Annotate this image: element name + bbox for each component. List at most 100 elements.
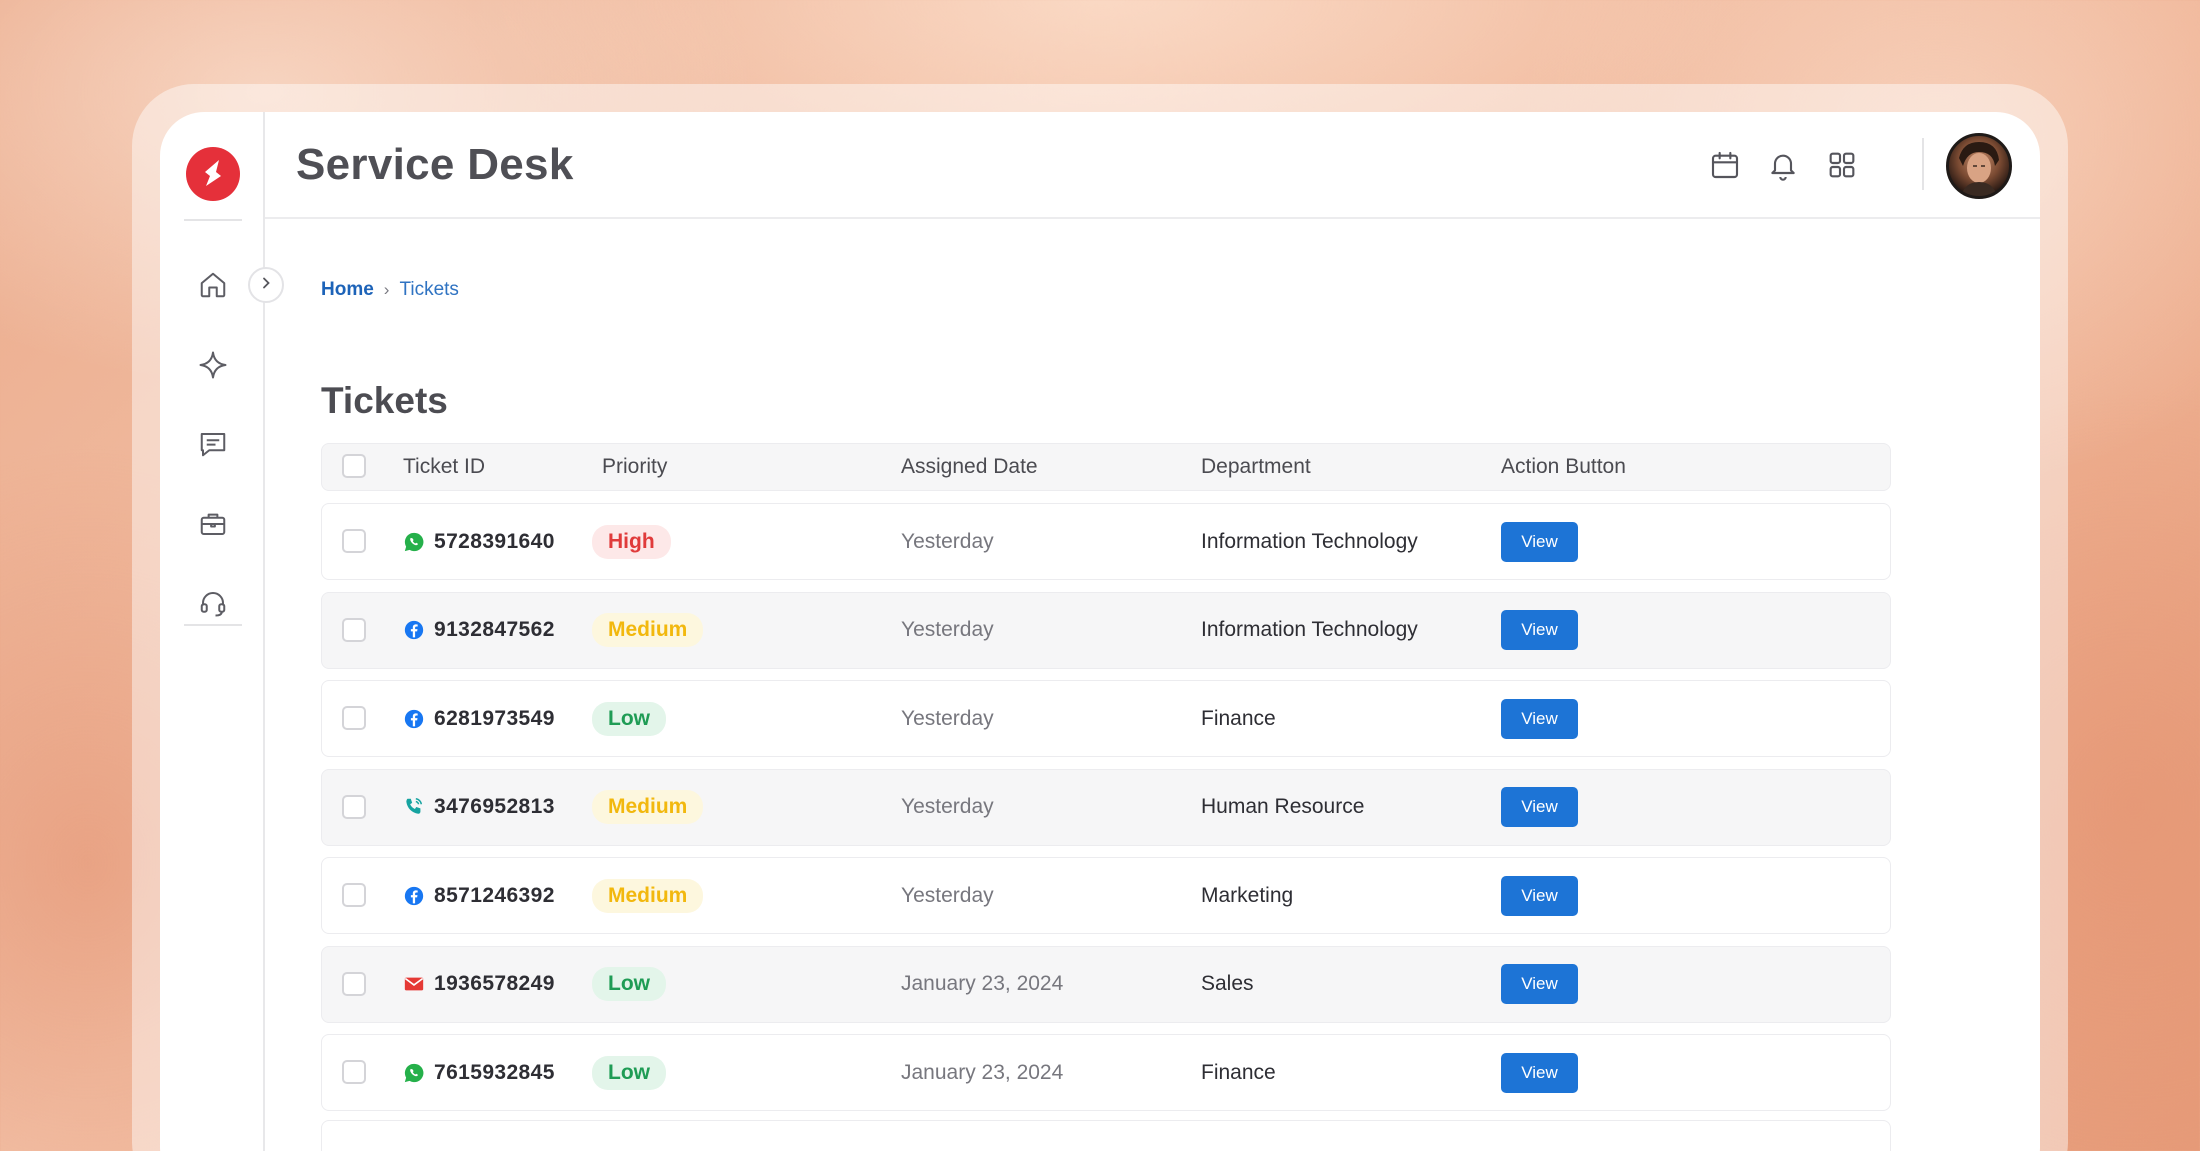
table-row: 9132847562 Medium Yesterday Information … — [321, 591, 1891, 669]
row-checkbox[interactable] — [342, 794, 366, 819]
page-title: Tickets — [321, 380, 448, 421]
column-header-ticket-id[interactable]: Ticket ID — [403, 455, 485, 479]
assigned-date: January 23, 2024 — [901, 1060, 1064, 1084]
view-button[interactable]: View — [1501, 521, 1578, 562]
priority-cell: Medium — [592, 593, 704, 668]
headset-icon[interactable] — [194, 584, 232, 622]
priority-cell: Medium — [592, 858, 704, 933]
table-row: 6281973549 Low Yesterday Finance View — [321, 680, 1891, 757]
table-row: 7615932845 Low January 23, 2024 Finance … — [321, 1034, 1891, 1111]
home-icon[interactable] — [194, 266, 232, 304]
whatsapp-icon — [403, 531, 425, 553]
assigned-date: Yesterday — [901, 795, 994, 818]
table-row-partial — [321, 1120, 1891, 1151]
view-button[interactable]: View — [1501, 964, 1578, 1004]
ticket-id-cell: 1936578249 — [403, 947, 555, 1022]
ticket-id: 1936578249 — [434, 972, 555, 995]
ticket-id: 3476952813 — [434, 795, 555, 818]
header-divider — [1922, 138, 1924, 190]
view-button[interactable]: View — [1501, 610, 1578, 650]
row-checkbox[interactable] — [342, 1060, 366, 1084]
action-cell: View — [1501, 858, 1578, 933]
assigned-date: Yesterday — [901, 883, 994, 907]
row-checkbox[interactable] — [342, 971, 366, 996]
ticket-id-cell: 3476952813 — [403, 770, 555, 845]
view-button[interactable]: View — [1501, 787, 1578, 827]
priority-badge: Medium — [592, 613, 704, 647]
department: Sales — [1201, 972, 1254, 995]
select-all-checkbox[interactable] — [342, 454, 366, 478]
department: Information Technology — [1201, 618, 1418, 641]
ticket-id-cell: 5728391640 — [403, 504, 555, 579]
department: Finance — [1201, 1060, 1276, 1084]
ticket-id: 9132847562 — [434, 618, 555, 641]
assigned-date: Yesterday — [901, 706, 994, 730]
action-cell: View — [1501, 770, 1578, 845]
action-cell: View — [1501, 1035, 1578, 1110]
chevron-right-icon — [259, 276, 273, 295]
facebook-icon — [403, 708, 425, 730]
row-checkbox[interactable] — [342, 529, 366, 553]
department: Finance — [1201, 706, 1276, 730]
briefcase-icon[interactable] — [194, 505, 232, 543]
table-row: 5728391640 High Yesterday Information Te… — [321, 503, 1891, 580]
table-row: 3476952813 Medium Yesterday Human Resour… — [321, 768, 1891, 846]
view-button[interactable]: View — [1501, 875, 1578, 916]
email-icon — [403, 973, 425, 995]
bell-icon[interactable] — [1763, 145, 1803, 185]
priority-badge: Low — [592, 701, 666, 736]
assigned-date: January 23, 2024 — [901, 972, 1064, 995]
brand-logo[interactable] — [186, 147, 240, 201]
view-button[interactable]: View — [1501, 698, 1578, 739]
ticket-id-cell: 9132847562 — [403, 593, 555, 668]
ticket-id-cell: 6281973549 — [403, 681, 555, 756]
priority-cell: High — [592, 504, 671, 579]
department: Marketing — [1201, 883, 1294, 907]
app-title: Service Desk — [296, 140, 574, 189]
table-header: Ticket ID Priority Assigned Date Departm… — [321, 443, 1891, 491]
action-cell: View — [1501, 593, 1578, 668]
chat-icon[interactable] — [194, 425, 232, 463]
facebook-icon — [403, 885, 425, 907]
breadcrumb: Home › Tickets — [321, 279, 459, 301]
facebook-icon — [403, 619, 425, 641]
sidebar — [160, 112, 265, 1151]
column-header-action[interactable]: Action Button — [1501, 455, 1626, 479]
ticket-id-cell: 8571246392 — [403, 858, 555, 933]
breadcrumb-current: Tickets — [399, 279, 459, 300]
breadcrumb-home-link[interactable]: Home — [321, 279, 374, 301]
view-button[interactable]: View — [1501, 1052, 1578, 1093]
department: Information Technology — [1201, 529, 1418, 553]
breadcrumb-separator: › — [383, 280, 390, 299]
ticket-id-cell: 7615932845 — [403, 1035, 555, 1110]
column-header-department[interactable]: Department — [1201, 455, 1311, 479]
ticket-id: 6281973549 — [434, 706, 555, 730]
phone-icon — [403, 796, 425, 818]
column-header-assigned-date[interactable]: Assigned Date — [901, 455, 1038, 479]
ticket-id: 5728391640 — [434, 529, 555, 553]
table-row: 8571246392 Medium Yesterday Marketing Vi… — [321, 857, 1891, 934]
sidebar-divider-bottom — [184, 624, 242, 626]
ticket-id: 8571246392 — [434, 883, 555, 907]
app-window: Service Desk Home › Tickets Tickets Tick… — [160, 112, 2040, 1151]
sparkle-icon[interactable] — [194, 346, 232, 384]
apps-grid-icon[interactable] — [1822, 145, 1862, 185]
priority-cell: Low — [592, 681, 666, 756]
priority-badge: High — [592, 524, 671, 559]
row-checkbox[interactable] — [342, 617, 366, 642]
action-cell: View — [1501, 504, 1578, 579]
sidebar-divider-top — [184, 219, 242, 221]
row-checkbox[interactable] — [342, 706, 366, 730]
priority-badge: Low — [592, 967, 666, 1001]
action-cell: View — [1501, 681, 1578, 756]
avatar[interactable] — [1946, 133, 2012, 199]
action-cell: View — [1501, 947, 1578, 1022]
priority-cell: Low — [592, 947, 666, 1022]
row-checkbox[interactable] — [342, 883, 366, 907]
department: Human Resource — [1201, 795, 1365, 818]
column-header-priority[interactable]: Priority — [602, 455, 667, 479]
priority-badge: Medium — [592, 878, 704, 913]
priority-cell: Medium — [592, 770, 704, 845]
sidebar-toggle-button[interactable] — [248, 267, 284, 303]
calendar-icon[interactable] — [1705, 145, 1745, 185]
